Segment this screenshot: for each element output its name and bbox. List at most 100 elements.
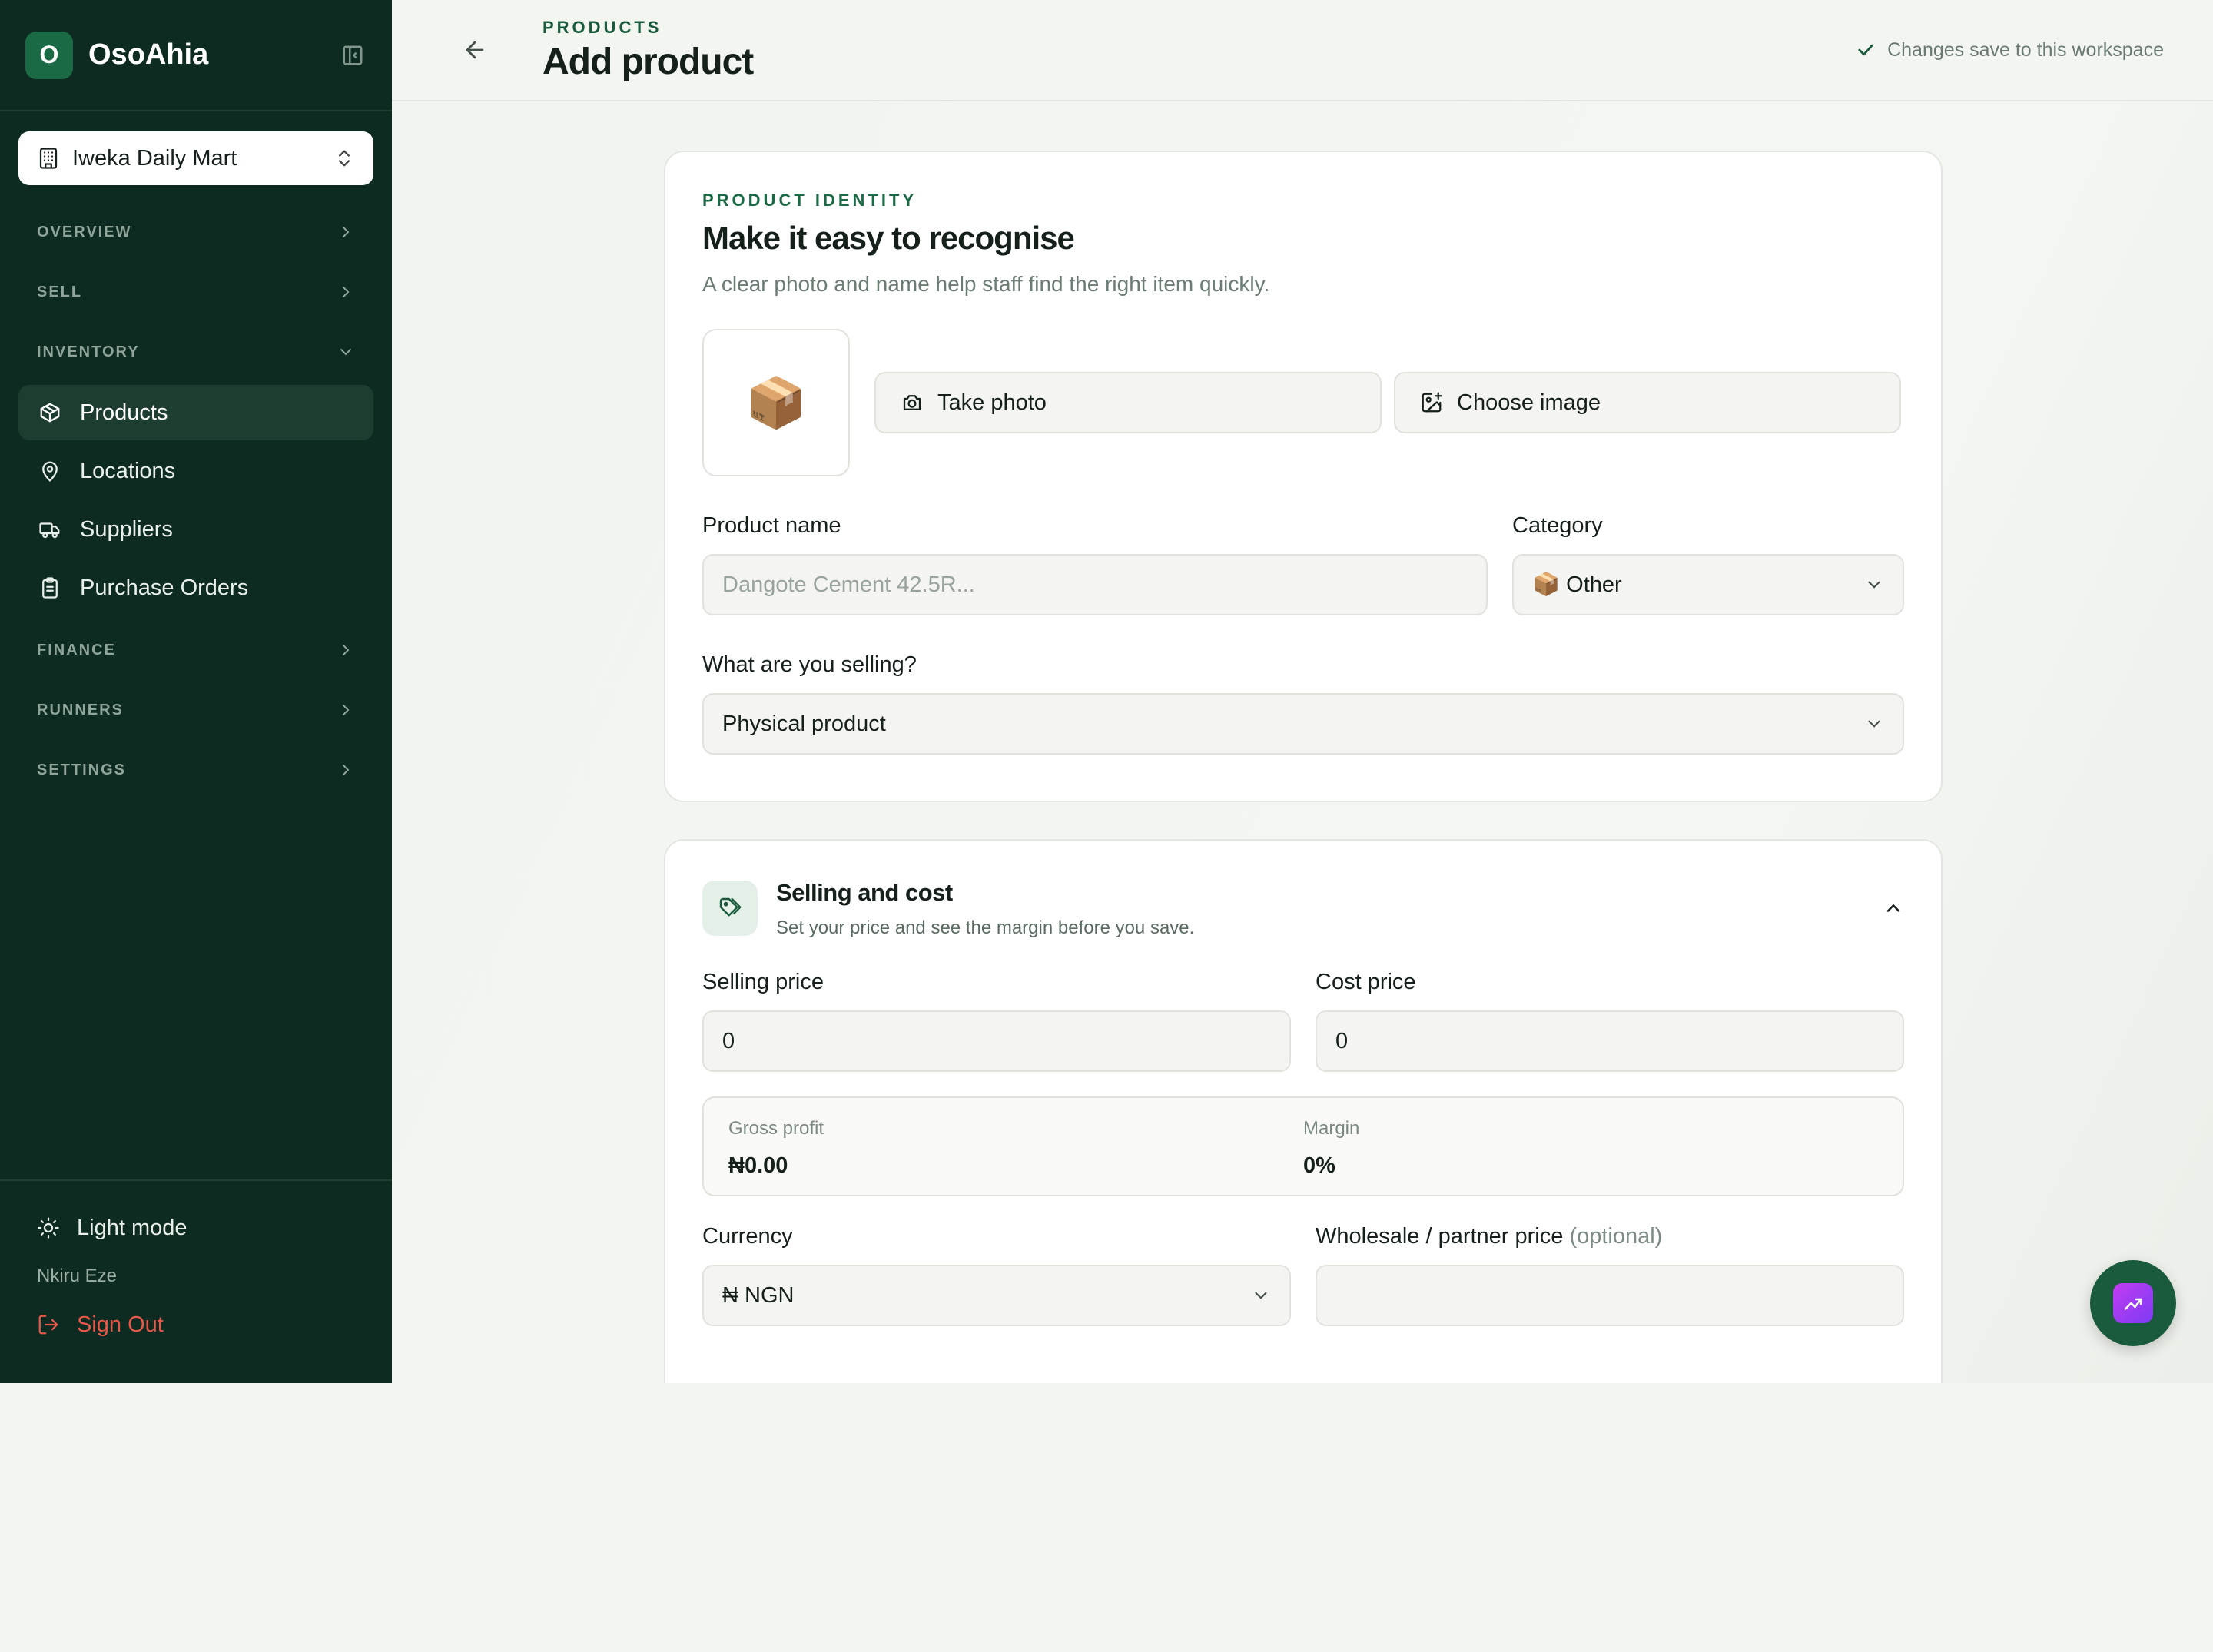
sidebar-item-suppliers[interactable]: Suppliers bbox=[18, 502, 373, 557]
sidebar-collapse-button[interactable] bbox=[339, 41, 367, 69]
section-label: INVENTORY bbox=[37, 343, 140, 360]
category-label: Category bbox=[1512, 513, 1603, 538]
selling-cost-card: Selling and cost Set your price and see … bbox=[664, 839, 1943, 1383]
product-name-label: Product name bbox=[702, 513, 841, 538]
section-title: Make it easy to recognise bbox=[702, 220, 1075, 256]
truck-icon bbox=[37, 516, 63, 542]
selling-type-field: What are you selling? Physical product bbox=[702, 652, 1904, 755]
selling-price-label: Selling price bbox=[702, 970, 824, 994]
sidebar-item-label: Locations bbox=[80, 458, 176, 483]
selling-type-value: Physical product bbox=[722, 711, 886, 736]
chevron-down-icon bbox=[1868, 720, 1880, 728]
nav-section-inventory[interactable]: INVENTORY bbox=[0, 322, 392, 382]
workspace-switcher[interactable]: Iweka Daily Mart bbox=[18, 131, 373, 185]
nav-section-finance[interactable]: FINANCE bbox=[0, 620, 392, 680]
section-label: SETTINGS bbox=[37, 761, 127, 778]
sidebar-item-label: Purchase Orders bbox=[80, 575, 249, 600]
choose-image-label: Choose image bbox=[1457, 390, 1601, 415]
name-category-row: Product name Dangote Cement 42.5R... Cat… bbox=[702, 513, 1904, 615]
sun-icon bbox=[38, 1217, 59, 1239]
product-thumbnail[interactable]: 📦 bbox=[702, 329, 850, 476]
selling-cost-header[interactable]: Selling and cost Set your price and see … bbox=[702, 879, 1904, 939]
arrow-left-icon bbox=[466, 41, 484, 59]
nav-section-overview[interactable]: OVERVIEW bbox=[0, 202, 392, 262]
product-identity-card: PRODUCT IDENTITY Make it easy to recogni… bbox=[664, 151, 1943, 802]
section-eyebrow: PRODUCT IDENTITY bbox=[702, 191, 917, 210]
gross-profit: Gross profit ₦0.00 bbox=[728, 1118, 1303, 1178]
selling-cost-subtitle: Set your price and see the margin before… bbox=[776, 917, 1195, 938]
box-icon bbox=[37, 400, 63, 426]
chevron-right-icon bbox=[343, 227, 350, 237]
currency-value: ₦ NGN bbox=[722, 1282, 795, 1308]
selling-type-label: What are you selling? bbox=[702, 652, 917, 677]
sidebar-item-products[interactable]: Products bbox=[18, 385, 373, 440]
section-label: RUNNERS bbox=[37, 701, 124, 718]
selling-type-select[interactable]: Physical product bbox=[702, 693, 1904, 755]
chevron-right-icon bbox=[343, 645, 350, 655]
wholesale-price-input[interactable] bbox=[1316, 1265, 1904, 1326]
nav-section-sell[interactable]: SELL bbox=[0, 262, 392, 322]
photo-row: 📦 Take photo Choose image bbox=[702, 329, 1904, 476]
sidebar: O OsoAhia Iweka Daily Mart OVERVIEW SELL… bbox=[0, 0, 392, 1383]
price-row: Selling price 0 Cost price 0 bbox=[702, 970, 1904, 1072]
selling-price-input[interactable]: 0 bbox=[702, 1010, 1291, 1072]
sidebar-item-locations[interactable]: Locations bbox=[18, 443, 373, 499]
main-content: PRODUCTS Add product Changes save to thi… bbox=[392, 0, 2213, 1383]
check-icon bbox=[1858, 44, 1873, 56]
gross-profit-value: ₦0.00 bbox=[728, 1153, 788, 1178]
margin: Margin 0% bbox=[1303, 1118, 1878, 1178]
save-status-text: Changes save to this workspace bbox=[1887, 38, 2164, 61]
category-field: Category 📦 Other bbox=[1512, 513, 1904, 615]
category-select[interactable]: 📦 Other bbox=[1512, 554, 1904, 615]
page-background bbox=[0, 1383, 2213, 1652]
insights-fab[interactable] bbox=[2090, 1260, 2176, 1346]
section-label: SELL bbox=[37, 283, 83, 300]
package-icon: 📦 bbox=[745, 374, 807, 430]
page-header: PRODUCTS Add product Changes save to thi… bbox=[392, 0, 2213, 101]
selling-price-field: Selling price 0 bbox=[702, 970, 1291, 1072]
section-subtitle: A clear photo and name help staff find t… bbox=[702, 272, 1270, 296]
sidebar-nav: OVERVIEW SELL INVENTORY Products Locatio… bbox=[0, 202, 392, 800]
page-title: Add product bbox=[542, 41, 754, 82]
nav-section-runners[interactable]: RUNNERS bbox=[0, 680, 392, 740]
nav-section-settings[interactable]: SETTINGS bbox=[0, 740, 392, 800]
selling-cost-title: Selling and cost bbox=[776, 879, 953, 906]
sidebar-item-purchase-orders[interactable]: Purchase Orders bbox=[18, 560, 373, 615]
chevron-up-icon[interactable] bbox=[1883, 897, 1904, 919]
save-status: Changes save to this workspace bbox=[1855, 39, 2164, 61]
building-icon bbox=[39, 148, 58, 169]
sidebar-item-label: Products bbox=[80, 400, 168, 425]
chevron-right-icon bbox=[343, 287, 350, 297]
currency-row: Currency ₦ NGN Wholesale / partner price… bbox=[702, 1224, 1904, 1326]
sign-out-button[interactable]: Sign Out bbox=[0, 1301, 392, 1348]
brand-name: OsoAhia bbox=[88, 38, 209, 71]
sign-out-label: Sign Out bbox=[77, 1312, 164, 1337]
choose-image-button[interactable]: Choose image bbox=[1394, 372, 1901, 433]
section-label: FINANCE bbox=[37, 641, 116, 658]
page-titles: PRODUCTS Add product bbox=[542, 18, 754, 83]
theme-toggle[interactable]: Light mode bbox=[0, 1204, 392, 1252]
back-button[interactable] bbox=[453, 28, 496, 71]
wholesale-field: Wholesale / partner price (optional) bbox=[1316, 1224, 1904, 1326]
currency-field: Currency ₦ NGN bbox=[702, 1224, 1291, 1326]
cost-price-label: Cost price bbox=[1316, 970, 1416, 994]
cost-price-field: Cost price 0 bbox=[1316, 970, 1904, 1072]
chevron-down-icon bbox=[1255, 1292, 1267, 1299]
take-photo-button[interactable]: Take photo bbox=[874, 372, 1382, 433]
app-root: O OsoAhia Iweka Daily Mart OVERVIEW SELL… bbox=[0, 0, 2213, 1383]
selling-cost-text: Selling and cost Set your price and see … bbox=[776, 879, 1194, 939]
panel-left-icon bbox=[343, 45, 363, 65]
map-pin-icon bbox=[37, 458, 63, 484]
currency-select[interactable]: ₦ NGN bbox=[702, 1265, 1291, 1326]
breadcrumb[interactable]: PRODUCTS bbox=[542, 18, 753, 38]
profit-summary: Gross profit ₦0.00 Margin 0% bbox=[702, 1096, 1904, 1196]
chevron-down-icon bbox=[340, 349, 351, 356]
chevron-right-icon bbox=[343, 765, 350, 775]
wholesale-label-text: Wholesale / partner price bbox=[1316, 1224, 1564, 1249]
log-out-icon bbox=[38, 1315, 58, 1335]
chevrons-up-down-icon bbox=[339, 150, 350, 167]
clipboard-icon bbox=[37, 575, 63, 601]
wholesale-label: Wholesale / partner price (optional) bbox=[1316, 1224, 1904, 1249]
product-name-input[interactable]: Dangote Cement 42.5R... bbox=[702, 554, 1488, 615]
cost-price-input[interactable]: 0 bbox=[1316, 1010, 1904, 1072]
